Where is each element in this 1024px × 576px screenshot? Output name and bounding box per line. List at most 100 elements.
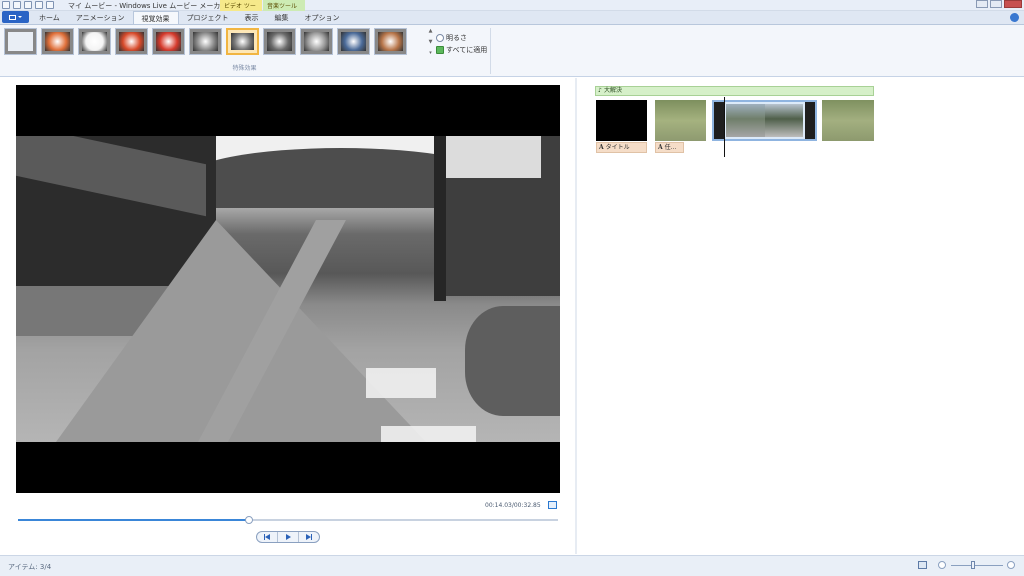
effect-preview [8,32,33,51]
title-bar: マイ ムービー - Windows Live ムービー メーカー ビデオ ツール… [0,0,1024,19]
zoom-slider-thumb[interactable] [971,561,975,569]
tab-home[interactable]: ホーム [31,11,68,24]
pane-splitter[interactable] [575,78,577,554]
playback-controls [256,531,320,543]
tab-edit[interactable]: 編集 [267,11,297,24]
file-menu-icon [9,14,16,20]
clip-thumbnail [726,104,803,137]
minimize-button[interactable] [976,0,988,8]
effect-thumbnail[interactable] [337,28,370,55]
effect-thumbnail[interactable] [41,28,74,55]
window-controls [976,0,1022,8]
storyboard-clip[interactable] [822,100,874,141]
zoom-out-icon[interactable] [938,561,946,569]
next-frame-button[interactable] [299,532,319,542]
frame-pole [434,136,446,301]
effect-preview [119,32,144,51]
maximize-button[interactable] [990,0,1002,8]
help-icon[interactable] [1010,13,1019,22]
gallery-more-icon[interactable]: ▾ [429,50,432,56]
timecode: 00:14.03/00:32.85 [485,502,541,509]
seek-bar[interactable] [18,516,558,524]
effect-thumbnail[interactable] [226,28,259,55]
frame-bush [465,306,560,416]
music-track-label: 大解決 [604,87,623,94]
effect-preview [341,32,366,51]
scroll-up-icon[interactable]: ▲ [429,28,433,34]
window-title: マイ ムービー - Windows Live ムービー メーカー [68,2,228,10]
scroll-down-icon[interactable]: ▼ [429,39,433,45]
text-icon: A [599,144,604,151]
effect-thumbnail[interactable] [300,28,333,55]
music-track[interactable]: ♪ 大解決 [595,86,874,96]
effect-preview [304,32,329,51]
previous-frame-icon [265,534,270,540]
brightness-icon [436,34,444,42]
previous-frame-button[interactable] [257,532,278,542]
effect-preview [82,32,107,51]
chevron-down-icon [18,16,22,18]
status-item-count: アイテム: 3/4 [8,563,52,571]
apply-all-icon [436,46,444,54]
storyboard-clip-title[interactable] [596,100,647,141]
ribbon-panel: 特殊効果 ▲ ▼ ▾ 明るさ すべてに適用 [0,25,1024,77]
effect-thumbnail[interactable] [189,28,222,55]
video-frame [16,136,560,442]
video-preview[interactable] [16,85,560,493]
video-tools-context-tab: ビデオ ツール [220,0,262,19]
gallery-scroll[interactable]: ▲ ▼ ▾ [427,28,434,56]
fullscreen-icon[interactable] [548,501,557,509]
play-icon [285,534,291,540]
clip-thumbnail-2 [764,104,803,137]
save-icon[interactable] [13,1,21,9]
filmstrip-icon [805,102,815,139]
seek-progress [18,519,249,521]
caption-text[interactable]: A 任... [655,142,684,153]
quick-access-toolbar [2,1,54,9]
tab-options[interactable]: オプション [297,11,348,24]
effect-preview [156,32,181,51]
effect-thumbnail[interactable] [263,28,296,55]
effect-preview [45,32,70,51]
app-menu-icon[interactable] [2,1,10,9]
effects-group: 特殊効果 [4,28,485,74]
effect-thumbnail[interactable] [78,28,111,55]
tab-visual-effects[interactable]: 視覚効果 [132,11,179,24]
effect-thumbnail[interactable] [374,28,407,55]
effect-thumbnail[interactable] [152,28,185,55]
redo-icon[interactable] [35,1,43,9]
effect-preview [378,32,403,51]
thumbnail-size-icon[interactable] [918,561,927,569]
effect-thumbnail[interactable] [115,28,148,55]
tab-view[interactable]: 表示 [237,11,267,24]
close-button[interactable] [1004,0,1022,8]
brightness-button[interactable]: 明るさ [436,32,487,44]
seek-thumb[interactable] [244,516,253,524]
bar-icon [311,534,312,540]
undo-icon[interactable] [24,1,32,9]
file-menu-button[interactable] [2,11,29,23]
zoom-in-icon[interactable] [1007,561,1015,569]
playhead[interactable] [724,97,725,157]
storyboard-clip[interactable] [655,100,706,141]
zoom-slider[interactable] [951,565,1003,566]
storyboard-clip-selected[interactable] [712,100,817,141]
caption-label: タイトル [605,144,630,151]
customize-toolbar-icon[interactable] [46,1,54,9]
text-icon: A [658,144,663,151]
play-button[interactable] [278,532,299,542]
effect-preview [267,32,292,51]
frame-roof-right [446,136,541,178]
caption-title[interactable]: A タイトル [596,142,647,153]
effect-preview [193,32,218,51]
tab-project[interactable]: プロジェクト [179,11,237,24]
music-note-icon: ♪ [598,87,602,94]
tab-animations[interactable]: アニメーション [68,11,133,24]
apply-to-all-button[interactable]: すべてに適用 [436,44,487,56]
frame-road-marking-2 [381,426,476,442]
effect-preview [231,33,254,50]
frame-road-marking [366,368,436,398]
ribbon-tabs: ホーム アニメーション 視覚効果 プロジェクト 表示 編集 オプション [0,11,1024,25]
caption-label: 任... [664,144,677,151]
effect-thumbnail[interactable] [4,28,37,55]
